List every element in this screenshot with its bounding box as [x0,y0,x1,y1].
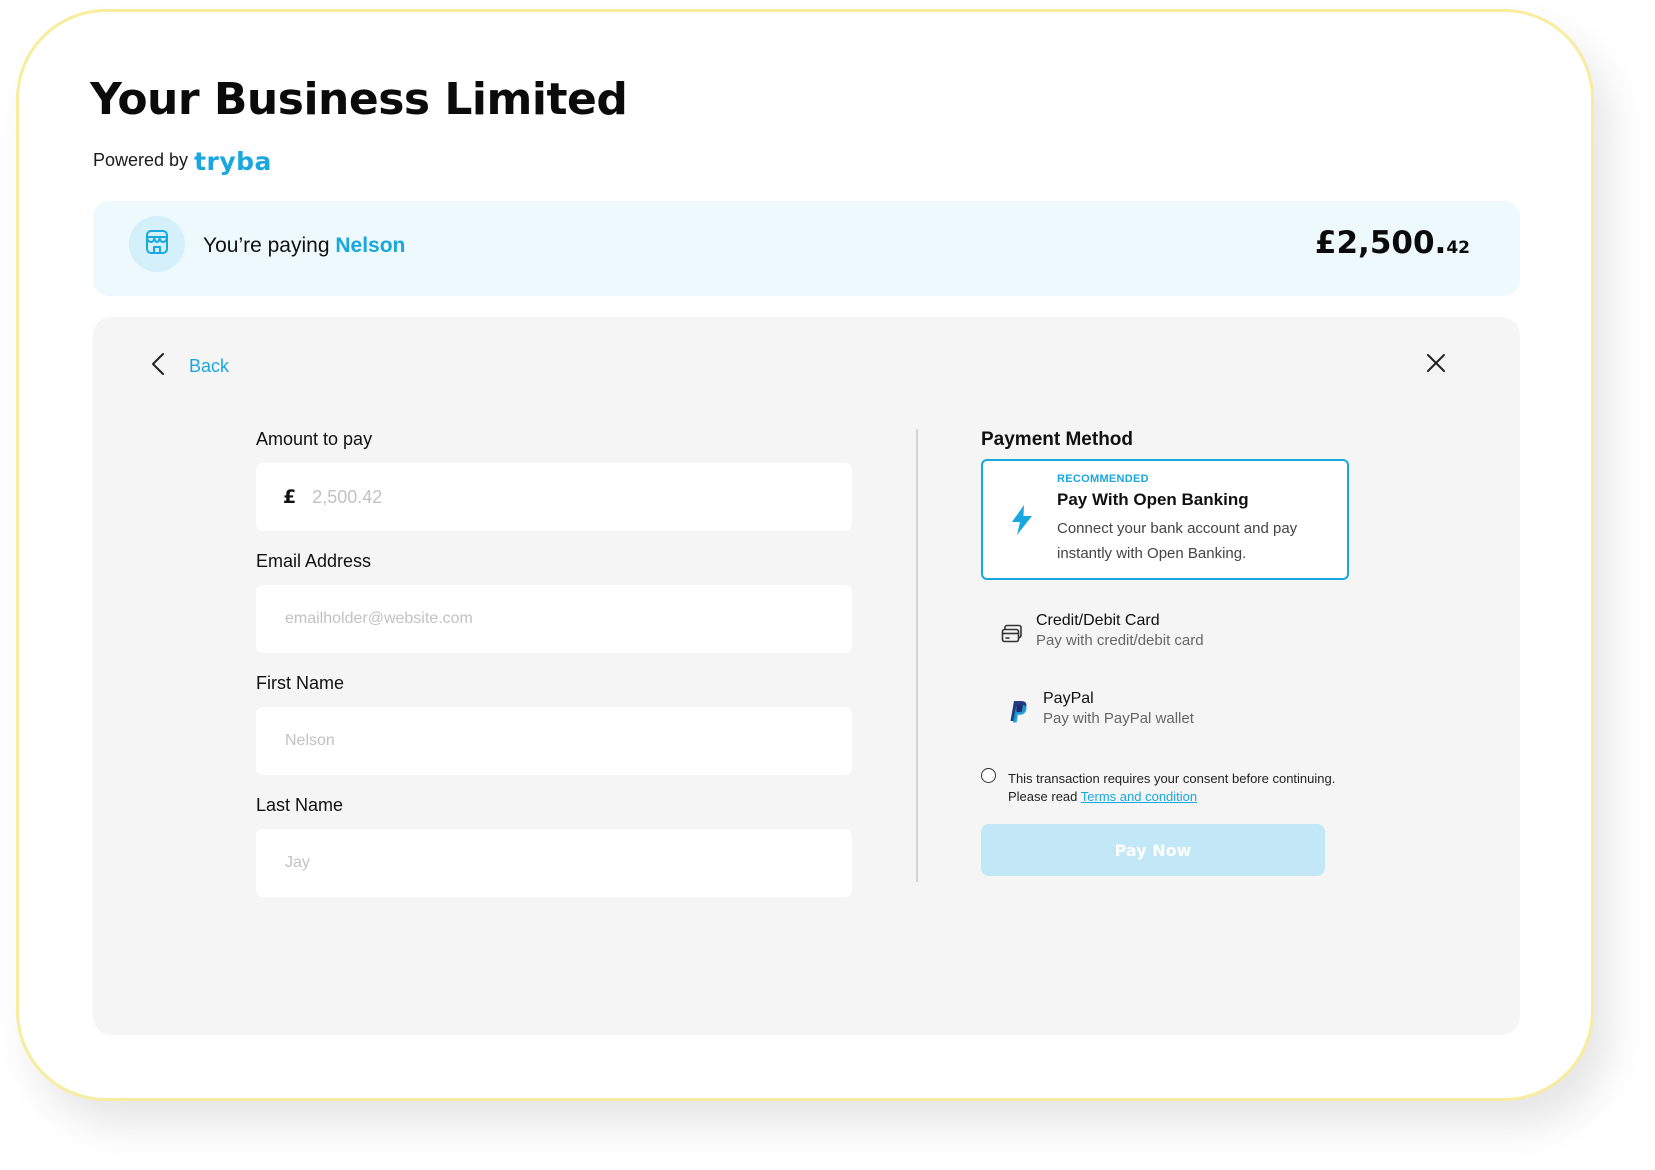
email-field [256,585,852,653]
email-label: Email Address [256,551,372,571]
brand-logo: tryba [194,147,272,176]
paying-text: You’re paying Nelson [203,234,405,258]
consent-read-prefix: Please read [1008,789,1078,804]
close-icon [1426,354,1446,377]
amount-display: £2,500.42 [1315,225,1470,261]
payment-method-title: Payment Method [981,429,1134,450]
payment-method-section: Payment Method RECOMMENDED Pay With Open… [981,429,1401,876]
open-banking-title: Pay With Open Banking [1057,490,1249,509]
paypal-option-subtitle: Pay with PayPal wallet [1043,710,1194,727]
column-divider [916,429,918,882]
last-name-input[interactable] [283,853,825,873]
consent-text: This transaction requires your consent b… [1008,770,1368,806]
currency-symbol: £ [283,486,297,508]
paypal-option-title: PayPal [1043,690,1094,707]
amount-main: £2,500. [1314,225,1447,261]
consent-radio[interactable] [981,768,996,783]
paypal-option[interactable]: PayPal Pay with PayPal wallet [981,688,1401,744]
first-name-input[interactable] [283,731,825,751]
amount-input[interactable] [310,485,825,509]
paypal-icon [1007,700,1027,729]
back-label: Back [189,356,230,376]
open-banking-text: RECOMMENDED Pay With Open Banking Connec… [1057,473,1342,566]
last-name-label: Last Name [256,795,344,815]
consent-row: This transaction requires your consent b… [981,768,1401,808]
payee-name: Nelson [335,234,406,257]
shop-avatar [129,216,185,272]
card-option-subtitle: Pay with credit/debit card [1036,632,1204,649]
payment-panel: Back Amount to pay £ Email Address First… [93,317,1520,1035]
first-name-field [256,707,852,775]
last-name-field [256,829,852,897]
lightning-bolt-icon [1011,505,1033,540]
consent-message: This transaction requires your consent b… [1008,771,1336,786]
amount-label: Amount to pay [256,429,373,449]
credit-card-icon [1001,624,1023,649]
business-name: Your Business Limited [90,74,628,125]
open-banking-option[interactable]: RECOMMENDED Pay With Open Banking Connec… [981,459,1349,580]
pay-now-button[interactable]: Pay Now [981,824,1325,876]
open-banking-description: Connect your bank account and pay instan… [1057,520,1298,562]
close-button[interactable] [1426,353,1446,378]
card-option-title: Credit/Debit Card [1036,612,1160,629]
card-option[interactable]: Credit/Debit Card Pay with credit/debit … [981,610,1401,666]
terms-link[interactable]: Terms and condition [1081,789,1197,804]
card-option-text: Credit/Debit Card Pay with credit/debit … [1036,612,1204,649]
amount-field: £ [256,463,852,531]
paypal-option-text: PayPal Pay with PayPal wallet [1043,690,1194,727]
powered-by-label: Powered by [93,150,189,170]
first-name-label: First Name [256,673,345,693]
paying-summary-bar: You’re paying Nelson £2,500.42 [93,201,1520,296]
email-input[interactable] [283,609,825,629]
recommended-badge: RECOMMENDED [1057,473,1149,485]
payer-details-form: Amount to pay £ Email Address First Name… [256,429,852,917]
powered-by: Powered by tryba [93,147,272,176]
amount-cents: 42 [1446,238,1470,258]
storefront-icon [143,228,171,261]
paying-prefix: You’re paying [203,234,330,257]
back-button[interactable]: Back [151,352,229,381]
chevron-left-icon [151,352,165,381]
